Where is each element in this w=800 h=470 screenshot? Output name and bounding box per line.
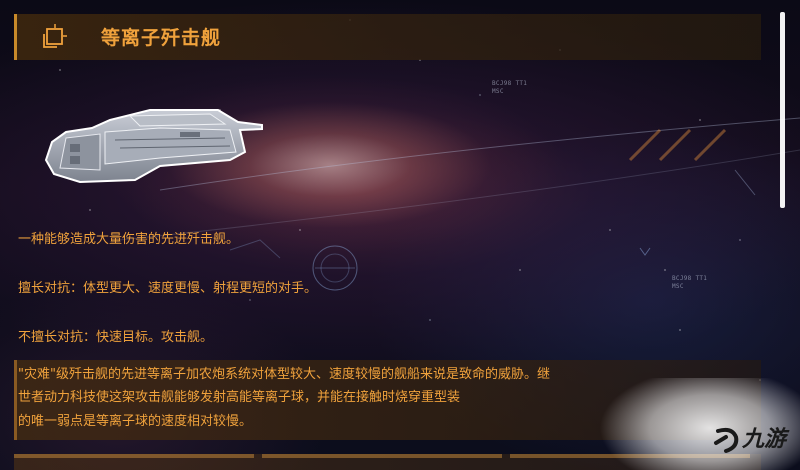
- panel-segment: [14, 454, 254, 458]
- hud-readout: BCJ98 TT1 MSC: [492, 80, 527, 96]
- jiuyou-logo-icon: [714, 427, 739, 453]
- lore-text-line: "灾难"级歼击舰的先进等离子加农炮系统对体型较大、速度较慢的舰船来说是致命的威胁…: [18, 367, 550, 382]
- hud-readout-line: BCJ98 TT1: [672, 275, 708, 282]
- hud-readout-line: BCJ98 TT1: [492, 80, 528, 87]
- scrollbar[interactable]: [780, 12, 785, 208]
- hud-readout-line: MSC: [492, 88, 504, 95]
- panel-segment: [262, 454, 502, 458]
- hud-readout: BCJ98 TT1 MSC: [672, 275, 707, 291]
- page-title: 等离子歼击舰: [101, 27, 222, 49]
- ship-emblem-icon: [43, 24, 67, 48]
- ship-summary: 一种能够造成大量伤害的先进歼击舰。: [18, 232, 240, 247]
- weak-against-text: 不擅长对抗：快速目标。攻击舰。: [18, 330, 214, 345]
- lore-text-line: 世者动力科技使这架攻击舰能够发射高能等离子球，并能在接触时烧穿重型装: [18, 390, 461, 405]
- game-screen: BCJ98 TT1 MSC BCJ98 TT1 MSC 等离子歼击舰 一种能够造…: [0, 0, 800, 470]
- hud-readout-line: MSC: [672, 283, 684, 290]
- strong-against-text: 擅长对抗：体型更大、速度更慢、射程更短的对手。: [18, 281, 318, 296]
- watermark-backdrop: [600, 378, 800, 470]
- plasma-fighter-ship-icon: [44, 109, 263, 183]
- lore-text-line: 的唯一弱点是等离子球的速度相对较慢。: [18, 414, 253, 429]
- watermark-text: 九游: [742, 427, 787, 452]
- title-bar: 等离子歼击舰: [14, 14, 761, 60]
